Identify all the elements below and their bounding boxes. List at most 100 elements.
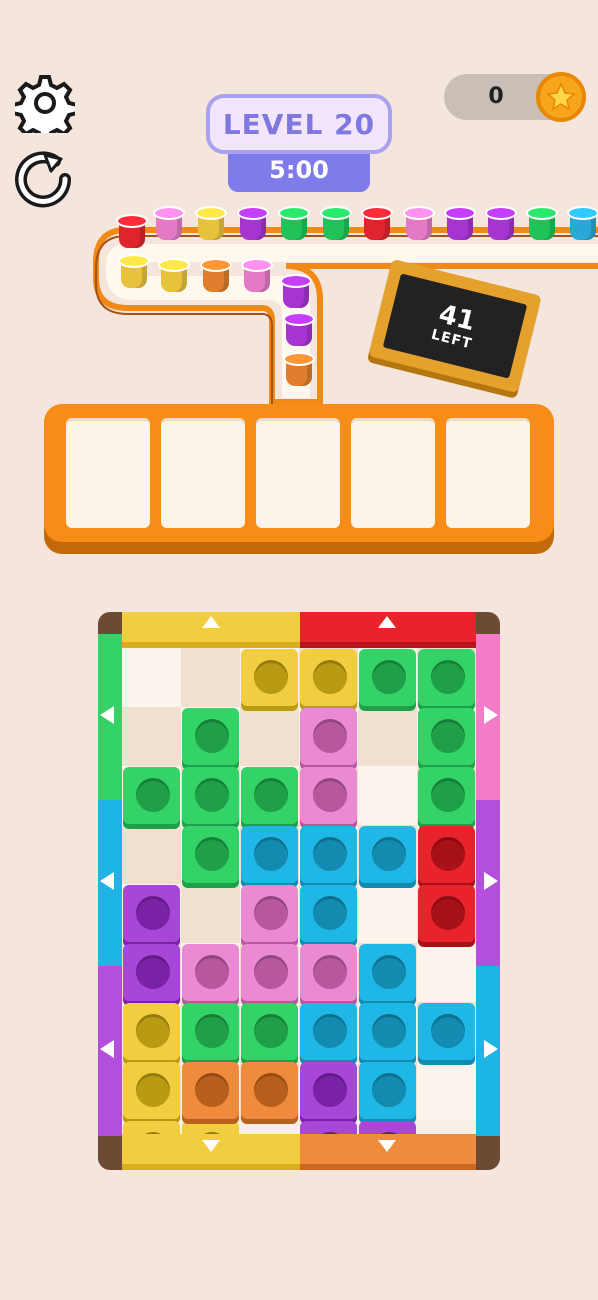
block-stud: [135, 777, 170, 812]
block-blue-plus[interactable]: [418, 1003, 475, 1060]
block-blue-plus[interactable]: [359, 1062, 416, 1119]
block-green[interactable]: [418, 649, 475, 706]
block-red[interactable]: [418, 826, 475, 883]
block-stud: [430, 1013, 465, 1048]
cup-slot[interactable]: [66, 418, 150, 528]
arrow-down-icon: [378, 1140, 396, 1152]
block-pink-t[interactable]: [182, 944, 239, 1001]
arrow-left-icon: [100, 872, 114, 890]
block-stud: [194, 1072, 229, 1107]
block-green-bar[interactable]: [241, 1003, 298, 1060]
cup-purple: [283, 312, 315, 348]
block-green-plus[interactable]: [123, 767, 180, 824]
grid-cell: [358, 766, 417, 825]
arrow-down-icon: [202, 1140, 220, 1152]
block-yellow-l[interactable]: [123, 1121, 180, 1134]
block-pink-t[interactable]: [300, 944, 357, 1001]
block-red[interactable]: [418, 885, 475, 942]
block-stud: [371, 1072, 406, 1107]
block-purple[interactable]: [123, 944, 180, 1001]
grid-cell: [181, 884, 240, 943]
block-yellow[interactable]: [241, 649, 298, 706]
block-purple[interactable]: [123, 885, 180, 942]
block-green-plus[interactable]: [182, 826, 239, 883]
block-stud: [253, 659, 288, 694]
arrow-right-icon: [484, 1040, 498, 1058]
block-pink[interactable]: [300, 708, 357, 765]
block-purple-l[interactable]: [359, 1121, 416, 1134]
block-stud: [312, 1013, 347, 1048]
board-grid: [122, 648, 476, 1134]
block-pink-t[interactable]: [241, 885, 298, 942]
block-stud: [430, 718, 465, 753]
cup-slot[interactable]: [351, 418, 435, 528]
block-green[interactable]: [418, 708, 475, 765]
cup-purple: [237, 206, 269, 242]
cup-slot[interactable]: [446, 418, 530, 528]
block-yellow-l[interactable]: [123, 1003, 180, 1060]
block-blue-plus[interactable]: [300, 1003, 357, 1060]
block-green-bar[interactable]: [182, 1003, 239, 1060]
block-purple-l[interactable]: [300, 1062, 357, 1119]
block-stud: [194, 1131, 229, 1134]
block-blue[interactable]: [300, 885, 357, 942]
block-stud: [312, 836, 347, 871]
block-green-plus[interactable]: [241, 767, 298, 824]
cup-yellow: [118, 254, 150, 290]
block-stud: [312, 777, 347, 812]
block-purple-l[interactable]: [300, 1121, 357, 1134]
arrow-right-icon: [484, 706, 498, 724]
block-yellow-l[interactable]: [123, 1062, 180, 1119]
grid-cell: [417, 943, 476, 1002]
block-stud: [194, 777, 229, 812]
block-stud: [253, 1072, 288, 1107]
arrow-up-icon: [202, 616, 220, 628]
block-stud: [135, 1131, 170, 1134]
block-stud: [135, 1072, 170, 1107]
block-stud: [253, 954, 288, 989]
block-blue[interactable]: [300, 826, 357, 883]
block-stud: [371, 836, 406, 871]
cup-slot[interactable]: [256, 418, 340, 528]
block-yellow-l[interactable]: [182, 1121, 239, 1134]
cup-purple: [444, 206, 476, 242]
grid-cell: [240, 707, 299, 766]
block-stud: [194, 718, 229, 753]
block-stud: [194, 836, 229, 871]
block-blue[interactable]: [359, 826, 416, 883]
block-stud: [312, 1072, 347, 1107]
cup-purple: [280, 274, 312, 310]
block-stud: [253, 1013, 288, 1048]
block-stud: [194, 954, 229, 989]
block-orange[interactable]: [241, 1062, 298, 1119]
grid-cell: [122, 648, 181, 707]
block-stud: [135, 895, 170, 930]
block-green[interactable]: [418, 767, 475, 824]
cup-pink: [403, 206, 435, 242]
arrow-right-icon: [484, 872, 498, 890]
block-stud: [312, 718, 347, 753]
grid-cell: [358, 884, 417, 943]
cup-slot[interactable]: [161, 418, 245, 528]
block-pink[interactable]: [300, 767, 357, 824]
cup-red: [116, 214, 148, 250]
block-green-plus[interactable]: [182, 708, 239, 765]
block-stud: [430, 659, 465, 694]
block-stud: [371, 954, 406, 989]
block-blue-plus[interactable]: [359, 1003, 416, 1060]
arrow-left-icon: [100, 1040, 114, 1058]
block-blue-plus[interactable]: [359, 944, 416, 1001]
block-yellow[interactable]: [300, 649, 357, 706]
block-green[interactable]: [359, 649, 416, 706]
block-green-plus[interactable]: [182, 767, 239, 824]
level-label: LEVEL 20: [222, 107, 376, 141]
block-stud: [371, 1131, 406, 1134]
block-blue[interactable]: [241, 826, 298, 883]
block-stud: [430, 777, 465, 812]
block-pink-t[interactable]: [241, 944, 298, 1001]
sign-board: 41 LEFT: [382, 273, 528, 379]
block-stud: [371, 659, 406, 694]
grid-cell: [122, 707, 181, 766]
block-orange[interactable]: [182, 1062, 239, 1119]
block-stud: [312, 659, 347, 694]
